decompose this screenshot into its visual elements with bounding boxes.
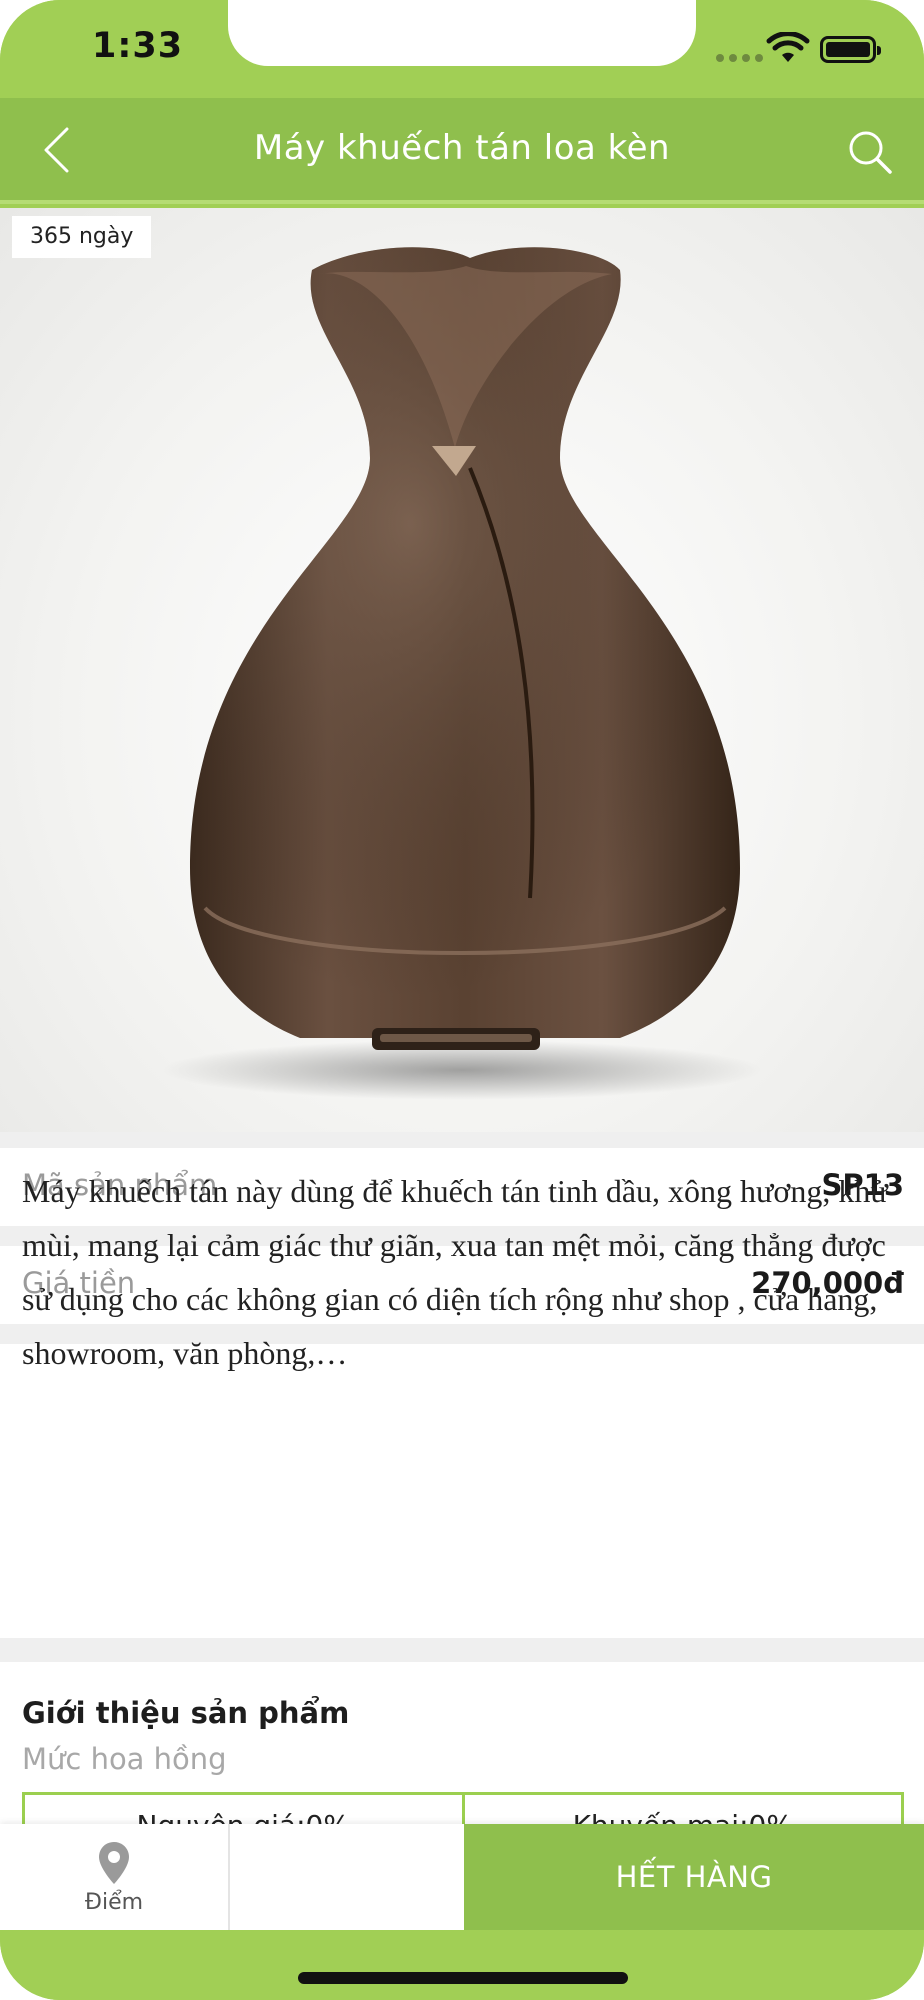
divider xyxy=(0,1638,924,1662)
points-label: Điểm xyxy=(84,1889,144,1915)
section-title: Giới thiệu sản phẩm xyxy=(22,1696,350,1730)
phone-screen: 1:33 Máy khuếch tán loa kèn 365 ngày Mã … xyxy=(0,0,924,2000)
wifi-icon xyxy=(766,32,810,62)
battery-icon xyxy=(820,36,881,63)
notch xyxy=(228,0,696,66)
product-image[interactable]: 365 ngày xyxy=(0,208,924,1132)
status-bar: 1:33 xyxy=(0,0,924,98)
home-indicator[interactable] xyxy=(298,1972,628,1984)
points-button[interactable]: Điểm xyxy=(0,1824,230,1930)
status-time: 1:33 xyxy=(92,26,184,66)
divider xyxy=(0,1132,924,1148)
diffuser-vase-image xyxy=(162,247,762,1100)
back-button[interactable] xyxy=(26,120,86,180)
empty-slot xyxy=(232,1824,464,1930)
search-icon xyxy=(849,131,892,174)
location-pin-icon xyxy=(99,1841,129,1884)
navigation-bar: Máy khuếch tán loa kèn xyxy=(0,98,924,204)
commission-promotion: Khuyến mại:0% xyxy=(465,1795,902,1824)
home-indicator-area xyxy=(0,1930,924,2000)
commission-table: Nguyên giá:0% Khuyến mại:0% xyxy=(22,1792,904,1824)
commission-subtitle: Mức hoa hồng xyxy=(22,1742,227,1776)
bottom-action-bar: Điểm HẾT HÀNG xyxy=(0,1824,924,1930)
out-of-stock-button[interactable]: HẾT HÀNG xyxy=(464,1824,924,1930)
cellular-signal-icon xyxy=(716,54,763,62)
product-detail-content: 365 ngày Mã sản phẩm SP13 Giá tiền 270,0… xyxy=(0,208,924,1824)
page-title: Máy khuếch tán loa kèn xyxy=(253,128,671,168)
product-description: Máy khuếch tán này dùng để khuếch tán ti… xyxy=(22,1173,888,1371)
search-button[interactable] xyxy=(840,122,900,182)
chevron-left-icon xyxy=(44,127,69,173)
commission-original-price: Nguyên giá:0% xyxy=(25,1795,465,1824)
warranty-badge: 365 ngày xyxy=(12,216,152,258)
